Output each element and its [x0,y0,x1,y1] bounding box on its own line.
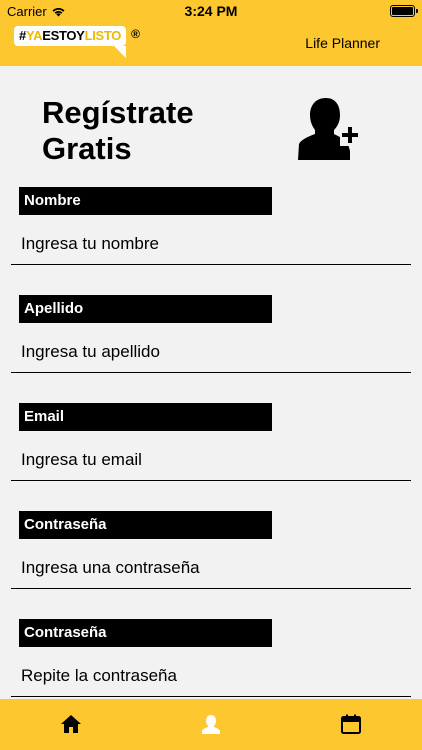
header-title: Life Planner [305,35,380,51]
logo-badge: #YAESTOYLISTO [14,26,127,58]
tab-calendar[interactable] [339,712,363,736]
page-title: Regístrate Gratis [42,95,282,167]
confirm-password-field: Contraseña [0,619,422,699]
tab-home[interactable] [59,712,83,736]
logo-estoy: ESTOY [42,28,85,43]
first-name-label: Nombre [19,187,272,215]
battery-icon [390,5,418,17]
logo-hash: # [19,28,26,43]
logo-listo: LISTO [84,28,122,43]
last-name-field: Apellido [0,295,422,375]
confirm-password-label: Contraseña [19,619,272,647]
app-header: Carrier 3:24 PM #YAESTOYLISTO ® Life Pla… [0,0,422,66]
status-bar: Carrier 3:24 PM [0,0,422,22]
home-icon [61,715,81,733]
last-name-label: Apellido [19,295,272,323]
registered-mark: ® [131,27,140,41]
battery-level [392,7,413,15]
password-field: Contraseña [0,511,422,591]
logo-ya: YA [25,28,43,43]
password-label: Contraseña [19,511,272,539]
user-icon [202,715,220,734]
page-title-line-2: Gratis [42,131,132,166]
tab-bar [0,699,422,750]
email-label: Email [19,403,272,431]
brand-logo: #YAESTOYLISTO ® [14,26,140,58]
tab-profile[interactable] [199,712,223,736]
password-input[interactable] [11,547,411,589]
calendar-icon [341,714,361,734]
status-time: 3:24 PM [184,3,238,19]
add-user-icon [298,98,362,160]
confirm-password-input[interactable] [11,655,411,697]
email-input[interactable] [11,439,411,481]
page-title-line-1: Regístrate [42,95,194,130]
first-name-input[interactable] [11,223,411,265]
logo-speech-tail [114,46,127,58]
last-name-input[interactable] [11,331,411,373]
email-field: Email [0,403,422,483]
first-name-field: Nombre [0,187,422,267]
